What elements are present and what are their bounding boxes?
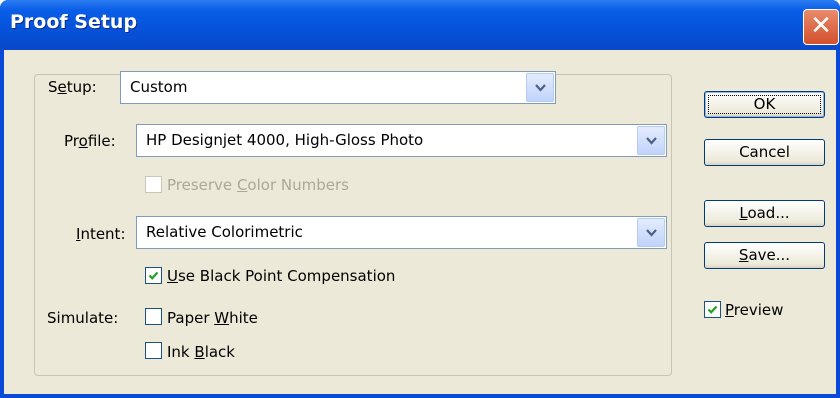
close-button[interactable]: ✕: [803, 9, 839, 45]
profile-select-value: HP Designjet 4000, High-Gloss Photo: [146, 131, 424, 149]
preview-label: Preview: [725, 301, 784, 319]
setup-select[interactable]: Custom: [120, 71, 556, 104]
dialog-title: Proof Setup: [10, 11, 138, 33]
setup-select-value: Custom: [130, 78, 188, 96]
title-bar[interactable]: Proof Setup ✕: [0, 0, 840, 50]
ink-black-label: Ink Black: [167, 343, 235, 361]
simulate-label: Simulate:: [47, 309, 119, 327]
save-button[interactable]: Save...: [704, 242, 825, 269]
preserve-color-numbers-label: Preserve Color Numbers: [167, 176, 349, 194]
proof-setup-dialog: Proof Setup ✕ Setup: Custom Profile: HP …: [0, 0, 840, 398]
profile-select[interactable]: HP Designjet 4000, High-Gloss Photo: [136, 124, 667, 157]
load-button[interactable]: Load...: [704, 200, 825, 227]
preview-checkbox[interactable]: [704, 301, 721, 318]
black-point-compensation-label: Use Black Point Compensation: [167, 267, 396, 285]
checkmark-icon: [148, 271, 159, 280]
close-icon: ✕: [810, 11, 832, 41]
ok-button[interactable]: OK: [704, 91, 825, 118]
setup-label: Setup:: [45, 78, 100, 96]
chevron-down-icon[interactable]: [637, 218, 665, 247]
chevron-down-icon[interactable]: [526, 73, 554, 102]
chevron-down-icon[interactable]: [637, 126, 665, 155]
paper-white-checkbox[interactable]: [145, 308, 162, 325]
dialog-body: Setup: Custom Profile: HP Designjet 4000…: [4, 50, 836, 394]
intent-select[interactable]: Relative Colorimetric: [136, 216, 667, 249]
checkmark-icon: [707, 305, 718, 314]
preserve-color-numbers-checkbox[interactable]: [145, 176, 162, 193]
paper-white-label: Paper White: [167, 309, 258, 327]
profile-label: Profile:: [64, 132, 116, 150]
intent-label: Intent:: [76, 225, 126, 243]
black-point-compensation-checkbox[interactable]: [145, 267, 162, 284]
intent-select-value: Relative Colorimetric: [146, 223, 303, 241]
cancel-button[interactable]: Cancel: [704, 139, 825, 166]
ink-black-checkbox[interactable]: [145, 342, 162, 359]
